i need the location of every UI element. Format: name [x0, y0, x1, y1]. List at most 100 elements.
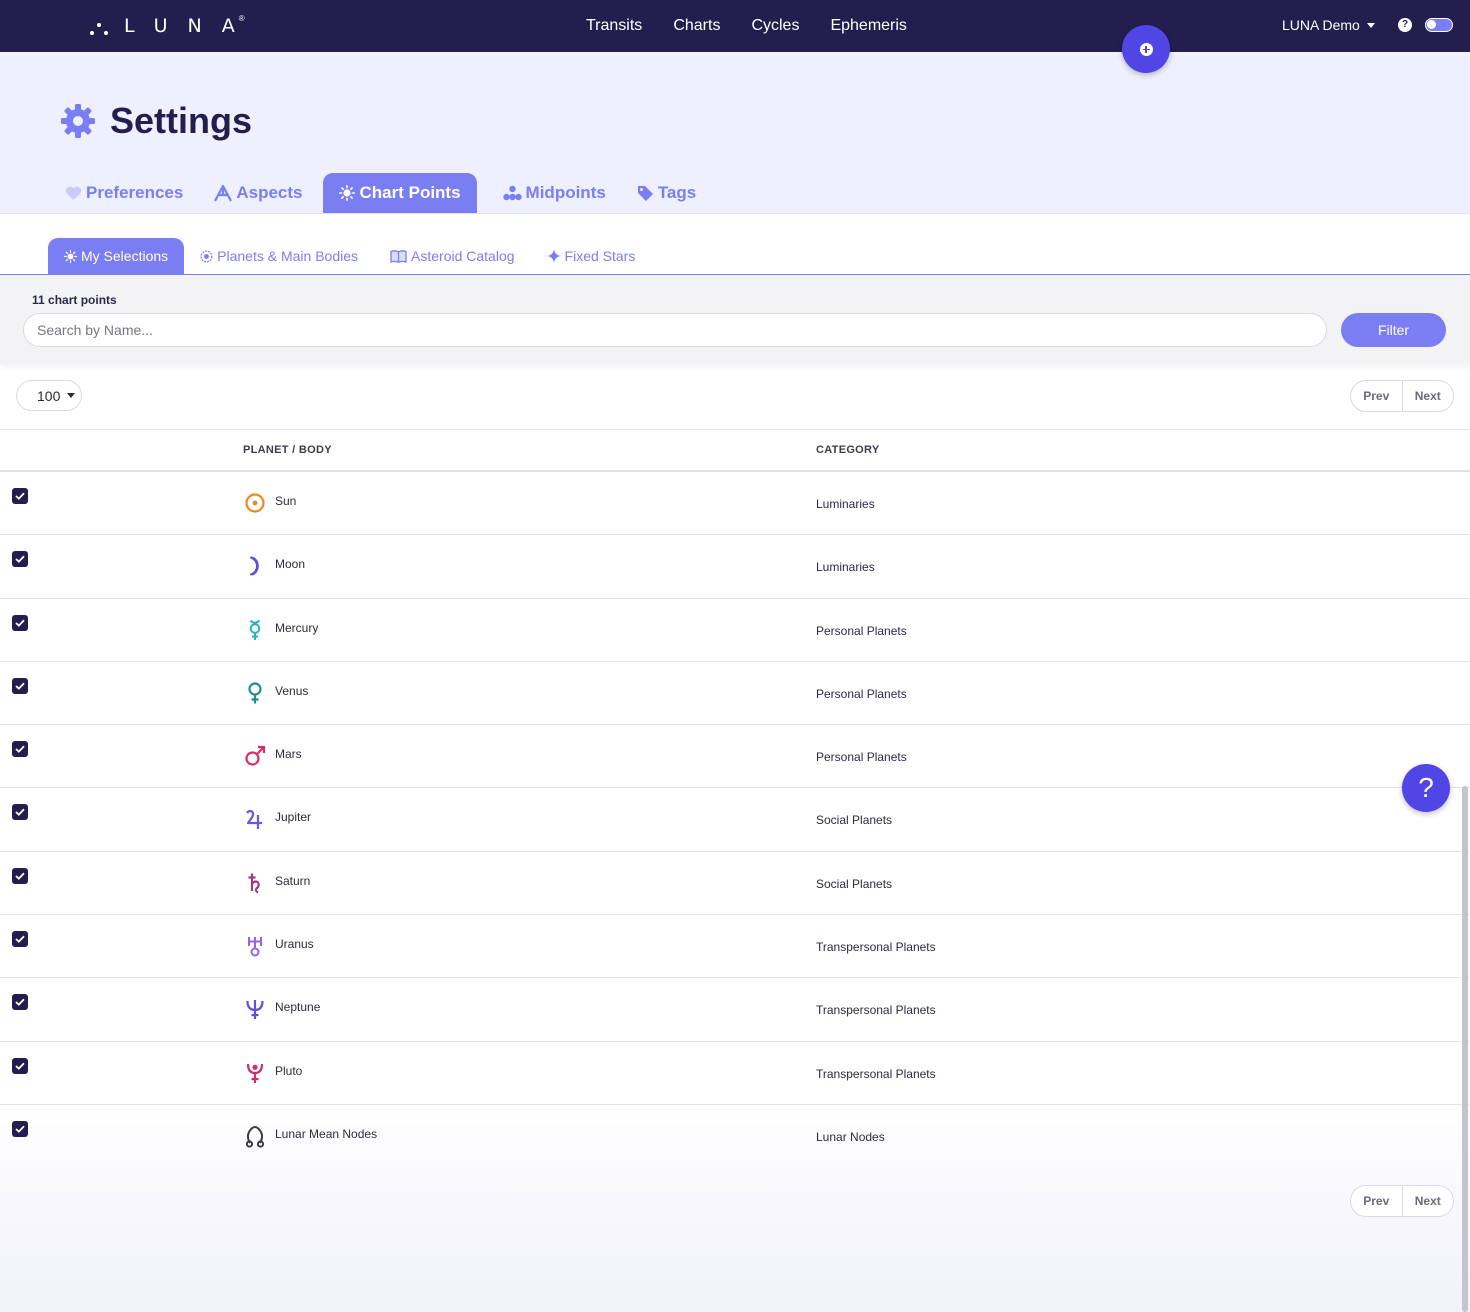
settings-tabs: Preferences Aspects Chart Points Midpoin…	[55, 173, 717, 213]
table-row[interactable]: Neptune Transpersonal Planets	[0, 978, 1470, 1042]
subtab-planets-main-bodies[interactable]: Planets & Main Bodies	[184, 238, 374, 274]
book-icon	[390, 249, 407, 263]
chart-points-count: 11 chart points	[32, 293, 117, 307]
prev-button[interactable]: Prev	[1351, 381, 1402, 411]
sun-burst-icon	[339, 185, 356, 201]
luna-logo[interactable]: LUNA ®	[90, 13, 245, 39]
tab-aspects[interactable]: Aspects	[204, 173, 312, 213]
per-page-select[interactable]: 100	[16, 380, 82, 411]
subtab-fixed-stars[interactable]: Fixed Stars	[531, 238, 652, 274]
planet-category: Transpersonal Planets	[816, 1003, 936, 1018]
table-row[interactable]: Mercury Personal Planets	[0, 599, 1470, 662]
planet-category: Lunar Nodes	[816, 1129, 885, 1144]
check-icon	[15, 998, 25, 1007]
sun-burst-icon	[64, 249, 77, 263]
search-input[interactable]	[23, 313, 1327, 347]
row-checkbox[interactable]	[12, 1120, 28, 1137]
user-menu-label: LUNA Demo	[1282, 17, 1360, 33]
tab-preferences[interactable]: Preferences	[55, 173, 193, 213]
midpoints-icon	[502, 185, 522, 201]
tab-label: Tags	[657, 183, 697, 202]
user-menu-dropdown[interactable]: LUNA Demo	[1282, 17, 1375, 33]
subtab-my-selections[interactable]: My Selections	[48, 238, 185, 274]
planet-name: Lunar Mean Nodes	[275, 1126, 378, 1141]
tab-chart-points[interactable]: Chart Points	[323, 173, 477, 213]
check-icon	[15, 809, 25, 817]
nav-link-cycles[interactable]: Cycles	[751, 17, 799, 35]
heart-icon	[65, 186, 82, 200]
planet-category: Transpersonal Planets	[816, 940, 936, 955]
subtab-label: Fixed Stars	[564, 248, 636, 264]
tab-label: Preferences	[86, 183, 184, 202]
toggle-knob	[1427, 20, 1436, 29]
row-checkbox[interactable]	[12, 488, 28, 504]
table-row[interactable]: Jupiter Social Planets	[0, 788, 1470, 852]
pluto-icon	[246, 1063, 264, 1083]
caret-down-icon	[1366, 23, 1375, 28]
nav-link-ephemeris[interactable]: Ephemeris	[830, 17, 906, 35]
check-icon	[15, 555, 25, 564]
nav-link-charts[interactable]: Charts	[673, 17, 720, 35]
prev-button[interactable]: Prev	[1351, 1186, 1402, 1216]
planet-category: Social Planets	[816, 813, 893, 828]
planet-name: Mercury	[275, 620, 319, 635]
column-header-planet[interactable]: PLANET / BODY	[243, 444, 332, 456]
row-checkbox[interactable]	[12, 741, 28, 758]
subtab-label: Asteroid Catalog	[411, 248, 515, 264]
planet-name: Saturn	[275, 873, 311, 888]
target-icon	[200, 249, 213, 263]
tab-label: Aspects	[236, 183, 303, 202]
row-checkbox[interactable]	[12, 931, 28, 948]
lunar-node-icon	[245, 1125, 265, 1148]
venus-icon	[248, 682, 262, 704]
table-row[interactable]: Mars Personal Planets	[0, 725, 1470, 789]
row-checkbox[interactable]	[12, 804, 28, 821]
table-row[interactable]: Saturn Social Planets	[0, 852, 1470, 916]
check-icon	[15, 872, 25, 880]
mars-icon	[245, 746, 266, 766]
row-checkbox[interactable]	[12, 994, 28, 1011]
jupiter-icon	[246, 810, 262, 830]
table-row[interactable]: Moon Luminaries	[0, 535, 1470, 599]
help-icon[interactable]: ?	[1398, 18, 1412, 32]
row-checkbox[interactable]	[12, 677, 28, 694]
check-icon	[15, 1125, 25, 1133]
row-checkbox[interactable]	[12, 551, 28, 568]
pagination-top: Prev Next	[1350, 380, 1454, 412]
row-checkbox[interactable]	[12, 867, 28, 884]
planet-name: Neptune	[275, 1000, 321, 1015]
tab-label: Midpoints	[525, 183, 606, 202]
theme-toggle[interactable]	[1425, 18, 1453, 32]
per-page-value: 100	[37, 387, 61, 404]
add-chart-button[interactable]	[1122, 25, 1170, 73]
star-icon	[546, 249, 561, 263]
help-button[interactable]: ?	[1402, 764, 1450, 812]
table-row[interactable]: Sun Luminaries	[0, 472, 1470, 536]
nav-link-transits[interactable]: Transits	[586, 17, 642, 35]
scrollbar[interactable]	[1462, 786, 1468, 1312]
table-row[interactable]: Uranus Transpersonal Planets	[0, 915, 1470, 979]
check-icon	[15, 492, 25, 500]
neptune-icon	[246, 1000, 264, 1020]
next-button[interactable]: Next	[1401, 381, 1454, 411]
table-row[interactable]: Pluto Transpersonal Planets	[0, 1042, 1470, 1105]
planet-name: Venus	[275, 683, 309, 698]
row-checkbox[interactable]	[12, 1057, 28, 1074]
table-row[interactable]: Venus Personal Planets	[0, 662, 1470, 726]
tab-label: Chart Points	[359, 183, 461, 202]
check-icon	[15, 682, 25, 690]
planet-category: Personal Planets	[816, 686, 907, 701]
planet-name: Sun	[275, 494, 297, 508]
column-header-category[interactable]: CATEGORY	[816, 444, 880, 456]
table-row[interactable]: Lunar Mean Nodes Lunar Nodes	[0, 1105, 1470, 1168]
row-checkbox[interactable]	[12, 614, 28, 631]
tab-tags[interactable]: Tags	[627, 173, 706, 213]
next-button[interactable]: Next	[1401, 1186, 1454, 1216]
planet-name: Mars	[275, 747, 302, 762]
sun-icon	[245, 493, 265, 513]
tab-midpoints[interactable]: Midpoints	[493, 173, 616, 213]
filter-button[interactable]: Filter	[1341, 313, 1446, 347]
subtab-asteroid-catalog[interactable]: Asteroid Catalog	[374, 238, 531, 274]
planet-category: Personal Planets	[816, 750, 907, 765]
page-title-text: Settings	[110, 100, 253, 141]
